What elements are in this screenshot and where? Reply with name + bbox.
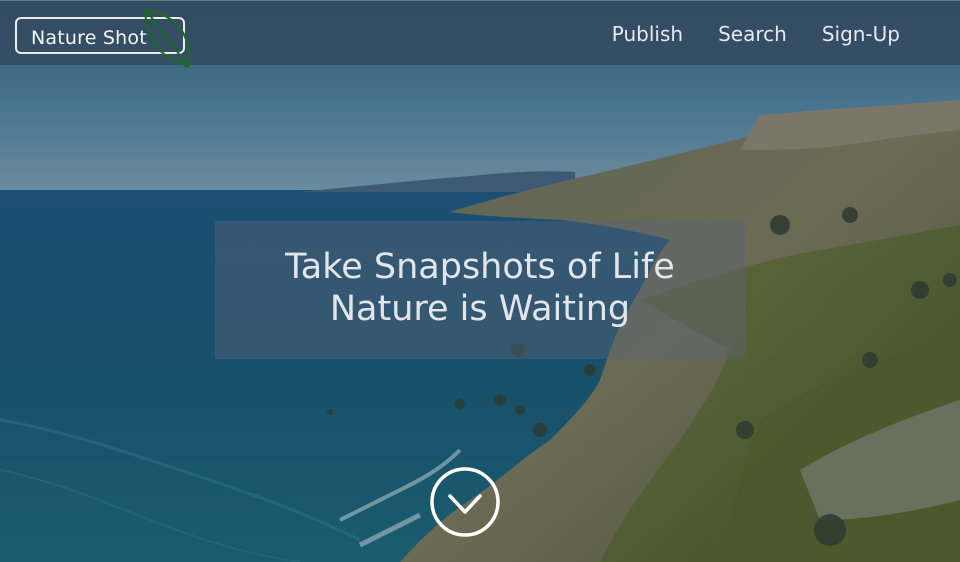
navbar: Nature Shot Publish Search Sign-Up xyxy=(0,0,960,68)
nav-search[interactable]: Search xyxy=(718,22,787,46)
brand-name: Nature Shot xyxy=(31,27,147,49)
nav-sign-up[interactable]: Sign-Up xyxy=(822,22,900,46)
chevron-down-circle-icon xyxy=(430,467,500,537)
leaf-icon xyxy=(144,8,190,68)
hero-subheadline: Nature is Waiting xyxy=(329,289,631,329)
scroll-down-button[interactable] xyxy=(429,466,501,538)
nav-publish[interactable]: Publish xyxy=(612,22,683,46)
brand-logo[interactable]: Nature Shot xyxy=(15,8,190,68)
hero-headline: Take Snapshots of Life xyxy=(285,247,675,287)
nav-menu: Publish Search Sign-Up xyxy=(612,22,900,46)
hero-tagline-panel: Take Snapshots of Life Nature is Waiting xyxy=(215,221,745,359)
